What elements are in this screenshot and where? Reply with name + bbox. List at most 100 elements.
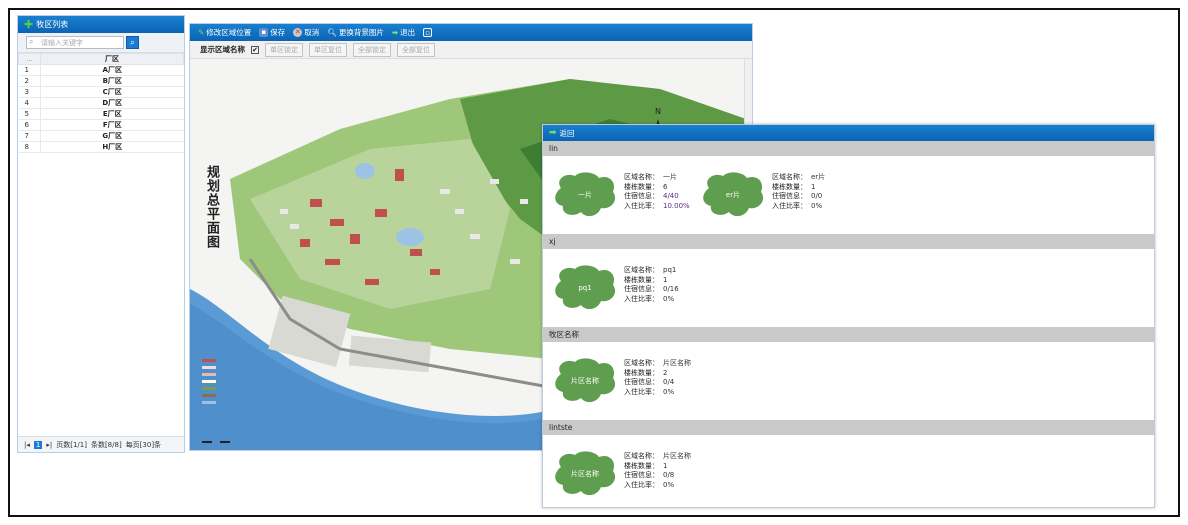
- show-name-checkbox[interactable]: ✔: [251, 45, 259, 54]
- info-value: 片区名称: [663, 359, 691, 367]
- area-card[interactable]: 片区名称 区域名称： 片区名称 楼栋数量： 2 住宿信息： 0/4 入住比率： 0%: [551, 356, 701, 408]
- area-info-row: 住宿信息： 0/16: [624, 285, 679, 295]
- info-label: 入住比率：: [624, 294, 659, 303]
- cancel-button[interactable]: ✕ 取消: [293, 27, 319, 38]
- table-header-row: ... 厂区: [18, 53, 184, 65]
- cancel-label: 取消: [304, 28, 320, 37]
- search-placeholder: 请输入关键字: [41, 38, 83, 47]
- area-info-row: 区域名称： 一片: [624, 173, 690, 183]
- table-row[interactable]: 7 G厂区: [18, 130, 184, 142]
- table-row[interactable]: 3 C厂区: [18, 86, 184, 98]
- area-info-row: 楼栋数量： 1: [624, 462, 691, 472]
- col-index-header: ...: [18, 53, 41, 65]
- info-value: 6: [663, 182, 668, 191]
- area-summary-popup: ➡ 返回 lin 一片 区域名称： 一片 楼栋数量： 6 住宿信息： 4/40 入住比率： 10.…: [542, 124, 1155, 508]
- back-button[interactable]: 返回: [560, 128, 575, 139]
- area-info: 区域名称： 片区名称 楼栋数量： 2 住宿信息： 0/4 入住比率： 0%: [624, 359, 691, 397]
- area-info-row: 区域名称： 片区名称: [624, 359, 691, 369]
- table-row[interactable]: 8 H厂区: [18, 141, 184, 153]
- table-row[interactable]: 6 F厂区: [18, 119, 184, 131]
- area-info: 区域名称： pq1 楼栋数量： 1 住宿信息： 0/16 入住比率： 0%: [624, 266, 679, 304]
- info-value: 一片: [663, 173, 677, 181]
- lock-all-button[interactable]: 全部锁定: [353, 42, 391, 57]
- back-arrow-icon[interactable]: ➡: [549, 128, 557, 138]
- popup-header: ➡ 返回: [543, 125, 1154, 141]
- last-page-icon[interactable]: ▸|: [46, 441, 52, 449]
- search-input[interactable]: ⌕ 请输入关键字: [26, 36, 124, 49]
- magnifier-icon: 🔍︎: [327, 28, 337, 37]
- search-button[interactable]: ⌕: [126, 36, 139, 49]
- area-card[interactable]: 一片 区域名称： 一片 楼栋数量： 6 住宿信息： 4/40 入住比率： 10.00%: [551, 170, 701, 222]
- area-card[interactable]: er片 区域名称： er片 楼栋数量： 1 住宿信息： 0/0 入住比率： 0%: [699, 170, 849, 222]
- area-info: 区域名称： er片 楼栋数量： 1 住宿信息： 0/0 入住比率： 0%: [772, 173, 825, 211]
- info-label: 住宿信息：: [624, 285, 659, 293]
- area-info-row: 入住比率： 10.00%: [624, 202, 690, 212]
- info-label: 区域名称：: [624, 359, 659, 367]
- area-blob-icon[interactable]: 片区名称: [551, 356, 619, 406]
- area-info-row: 入住比率： 0%: [624, 481, 691, 491]
- section-body: 片区名称 区域名称： 片区名称 楼栋数量： 1 住宿信息： 0/8 入住比率： 0%: [543, 435, 1154, 507]
- info-value: 0/8: [663, 471, 675, 479]
- info-value: er片: [811, 173, 826, 181]
- info-value: 1: [811, 182, 816, 191]
- area-info-row: 入住比率： 0%: [624, 388, 691, 398]
- col-name-header[interactable]: 厂区: [40, 53, 184, 65]
- page-info: 页数[1/1]: [56, 440, 87, 449]
- row-index: 3: [18, 86, 41, 98]
- row-name: D厂区: [40, 97, 184, 109]
- popup-sections: lin 一片 区域名称： 一片 楼栋数量： 6 住宿信息： 4/40 入住比率： 10.00% er…: [543, 141, 1154, 507]
- info-value: pq1: [663, 266, 677, 274]
- info-label: 区域名称：: [624, 173, 659, 181]
- info-label: 楼栋数量：: [624, 368, 659, 377]
- area-blob-label: 一片: [578, 191, 592, 199]
- row-name: B厂区: [40, 75, 184, 87]
- info-label: 住宿信息：: [624, 471, 659, 479]
- window-icon[interactable]: ▫: [423, 28, 433, 37]
- area-blob-icon[interactable]: 片区名称: [551, 449, 619, 499]
- table-row[interactable]: 4 D厂区: [18, 97, 184, 109]
- area-info: 区域名称： 片区名称 楼栋数量： 1 住宿信息： 0/8 入住比率： 0%: [624, 452, 691, 490]
- area-card[interactable]: pq1 区域名称： pq1 楼栋数量： 1 住宿信息： 0/16 入住比率： 0%: [551, 263, 701, 315]
- area-info-row: 区域名称： pq1: [624, 266, 679, 276]
- info-value: 片区名称: [663, 452, 691, 460]
- info-label: 楼栋数量：: [624, 461, 659, 470]
- current-page-button[interactable]: 1: [33, 440, 43, 449]
- area-info-row: 住宿信息： 4/40: [624, 192, 690, 202]
- exit-button[interactable]: ➡ 退出: [392, 27, 415, 38]
- info-value: 1: [663, 461, 668, 470]
- table-row[interactable]: 5 E厂区: [18, 108, 184, 120]
- change-background-button[interactable]: 🔍︎ 更换背景图片: [327, 27, 384, 38]
- pager: |◂ 1 ▸| 页数[1/1] 条数[8/8] 每页[30]条: [18, 436, 184, 452]
- lock-single-button[interactable]: 单区锁定: [265, 42, 303, 57]
- row-index: 4: [18, 97, 41, 109]
- row-index: 6: [18, 119, 41, 131]
- first-page-icon[interactable]: |◂: [24, 441, 30, 449]
- area-card[interactable]: 片区名称 区域名称： 片区名称 楼栋数量： 1 住宿信息： 0/8 入住比率： 0%: [551, 449, 701, 501]
- search-icon: ⌕: [130, 37, 135, 47]
- table-row[interactable]: 1 A厂区: [18, 64, 184, 76]
- edit-location-button[interactable]: ✎ 修改区域位置: [198, 27, 251, 38]
- area-info-row: 区域名称： er片: [772, 173, 825, 183]
- table-row[interactable]: 2 B厂区: [18, 75, 184, 87]
- area-info-row: 区域名称： 片区名称: [624, 452, 691, 462]
- info-value: 0%: [663, 480, 675, 489]
- exit-label: 退出: [400, 28, 416, 37]
- reset-single-button[interactable]: 单区复位: [309, 42, 347, 57]
- area-info-row: 楼栋数量： 2: [624, 369, 691, 379]
- save-button[interactable]: ▪ 保存: [259, 27, 285, 38]
- plus-icon[interactable]: ✚: [24, 19, 33, 30]
- reset-all-button[interactable]: 全部复位: [397, 42, 435, 57]
- area-blob-icon[interactable]: pq1: [551, 263, 619, 313]
- save-icon: ▪: [259, 28, 269, 37]
- area-blob-label: pq1: [578, 284, 592, 292]
- area-list-title: 牧区列表: [36, 20, 69, 29]
- map-toolbar: ✎ 修改区域位置 ▪ 保存 ✕ 取消 🔍︎ 更换背景图片 ➡ 退出 ▫: [190, 24, 752, 41]
- area-blob-icon[interactable]: er片: [699, 170, 767, 220]
- area-blob-icon[interactable]: 一片: [551, 170, 619, 220]
- area-list-header: ✚ 牧区列表: [18, 16, 184, 33]
- info-value: 0/0: [811, 192, 823, 200]
- search-row: ⌕ 请输入关键字 ⌕: [18, 33, 184, 53]
- area-info-row: 住宿信息： 0/0: [772, 192, 825, 202]
- section-header: lin: [543, 141, 1154, 156]
- row-name: E厂区: [40, 108, 184, 120]
